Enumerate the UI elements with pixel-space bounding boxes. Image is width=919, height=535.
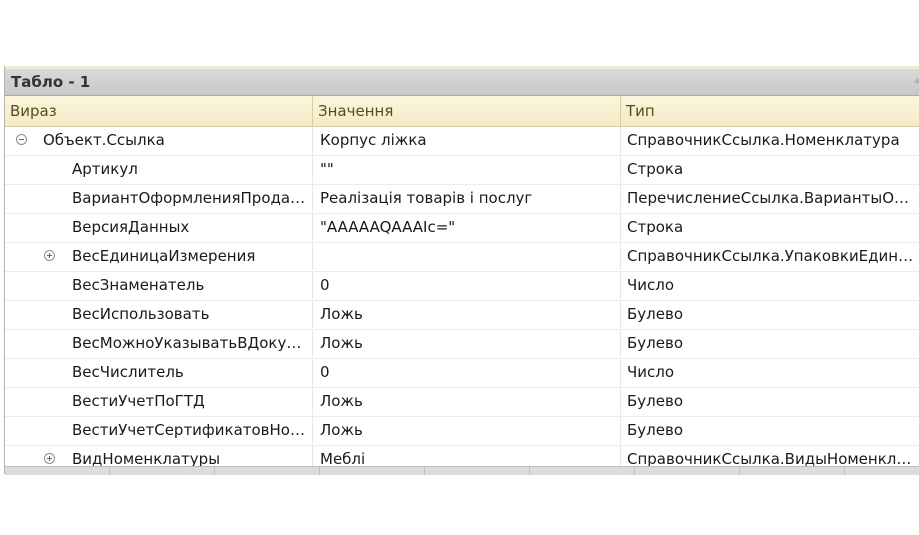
expression-label: Артикул — [72, 160, 138, 178]
type-cell: Строка — [627, 218, 684, 236]
type-cell: СправочникСсылка.УпаковкиЕдиницыИзмерени… — [627, 247, 919, 265]
expression-label: ВестиУчетПоГТД — [72, 392, 205, 410]
value-cell[interactable]: "" — [313, 156, 621, 183]
table-row[interactable]: ВесМожноУказыватьВДокументах Ложь Булево — [5, 330, 919, 359]
type-cell: Булево — [627, 305, 684, 323]
expression-cell[interactable]: ВариантОформленияПродажи — [5, 185, 313, 212]
table-row[interactable]: Объект.Ссылка Корпус ліжка СправочникСсылк… — [5, 127, 919, 156]
column-header-type[interactable]: Тип — [621, 96, 919, 126]
type-cell: Строка — [627, 160, 684, 178]
expression-cell[interactable]: ВерсияДанных — [5, 214, 313, 241]
expression-label: ВесИспользовать — [72, 305, 210, 323]
expression-label: ВесМожноУказыватьВДокументах — [72, 334, 308, 352]
expression-cell[interactable]: ВестиУчетСертификатовНоменклатуры — [5, 417, 313, 444]
expression-cell[interactable]: ВесИспользовать — [5, 301, 313, 328]
horizontal-scrollbar[interactable] — [5, 466, 919, 475]
table-body: Объект.Ссылка Корпус ліжка СправочникСсылк… — [5, 127, 919, 475]
pin-icon[interactable]: ⌖ — [914, 75, 919, 87]
watch-panel: Табло - 1 ⌖ Вираз Значення Тип Объект.Сс… — [4, 66, 919, 475]
value-cell[interactable]: Ложь — [313, 388, 621, 415]
table-row[interactable]: ВесЧислитель 0 Число — [5, 359, 919, 388]
expand-icon[interactable] — [44, 453, 55, 464]
expression-cell[interactable]: ВесЗнаменатель — [5, 272, 313, 299]
type-cell: Число — [627, 276, 675, 294]
value-cell[interactable]: Корпус ліжка — [313, 127, 621, 154]
expression-cell[interactable]: Артикул — [5, 156, 313, 183]
panel-title: Табло - 1 — [11, 73, 91, 91]
table-row[interactable]: ВерсияДанных "AAAAAQAAAIc=" Строка — [5, 214, 919, 243]
type-cell: Число — [627, 363, 675, 381]
expression-cell[interactable]: Объект.Ссылка — [5, 127, 313, 154]
type-cell: Булево — [627, 392, 684, 410]
value-cell[interactable]: 0 — [313, 359, 621, 386]
type-cell: СправочникСсылка.Номенклатура — [627, 131, 900, 149]
table-row[interactable]: ВариантОформленияПродажи Реалізація товар… — [5, 185, 919, 214]
expression-label: Объект.Ссылка — [43, 131, 165, 149]
panel-title-bar[interactable]: Табло - 1 ⌖ — [5, 69, 919, 96]
expand-icon[interactable] — [44, 250, 55, 261]
table-row[interactable]: ВесИспользовать Ложь Булево — [5, 301, 919, 330]
value-cell[interactable]: Реалізація товарів і послуг — [313, 185, 621, 212]
expression-label: ВариантОформленияПродажи — [72, 189, 308, 207]
expression-cell[interactable]: ВесМожноУказыватьВДокументах — [5, 330, 313, 357]
value-cell[interactable]: Ложь — [313, 417, 621, 444]
value-cell[interactable]: 0 — [313, 272, 621, 299]
type-cell: ПеречислениеСсылка.ВариантыОформленияПро… — [627, 189, 919, 207]
type-cell: Булево — [627, 421, 684, 439]
column-header-expression[interactable]: Вираз — [5, 96, 313, 126]
table-row[interactable]: ВестиУчетПоГТД Ложь Булево — [5, 388, 919, 417]
value-cell[interactable]: Ложь — [313, 301, 621, 328]
expression-label: ВесЕдиницаИзмерения — [72, 247, 256, 265]
table-header: Вираз Значення Тип — [5, 96, 919, 127]
expression-label: ВерсияДанных — [72, 218, 190, 236]
collapse-icon[interactable] — [16, 134, 27, 145]
expression-cell[interactable]: ВестиУчетПоГТД — [5, 388, 313, 415]
table-row[interactable]: ВесЗнаменатель 0 Число — [5, 272, 919, 301]
expression-label: ВесЗнаменатель — [72, 276, 205, 294]
table-row[interactable]: ВестиУчетСертификатовНоменклатуры Ложь Бул… — [5, 417, 919, 446]
expression-label: ВесЧислитель — [72, 363, 184, 381]
table-row[interactable]: ВесЕдиницаИзмерения СправочникСсылка.Упак… — [5, 243, 919, 272]
expression-label: ВестиУчетСертификатовНоменклатуры — [72, 421, 308, 439]
value-cell[interactable]: Ложь — [313, 330, 621, 357]
expression-cell[interactable]: ВесЧислитель — [5, 359, 313, 386]
type-cell: Булево — [627, 334, 684, 352]
column-header-value[interactable]: Значення — [313, 96, 621, 126]
expression-cell[interactable]: ВесЕдиницаИзмерения — [5, 243, 313, 270]
value-cell[interactable]: "AAAAAQAAAIc=" — [313, 214, 621, 241]
value-cell[interactable] — [313, 243, 621, 270]
table-row[interactable]: Артикул "" Строка — [5, 156, 919, 185]
